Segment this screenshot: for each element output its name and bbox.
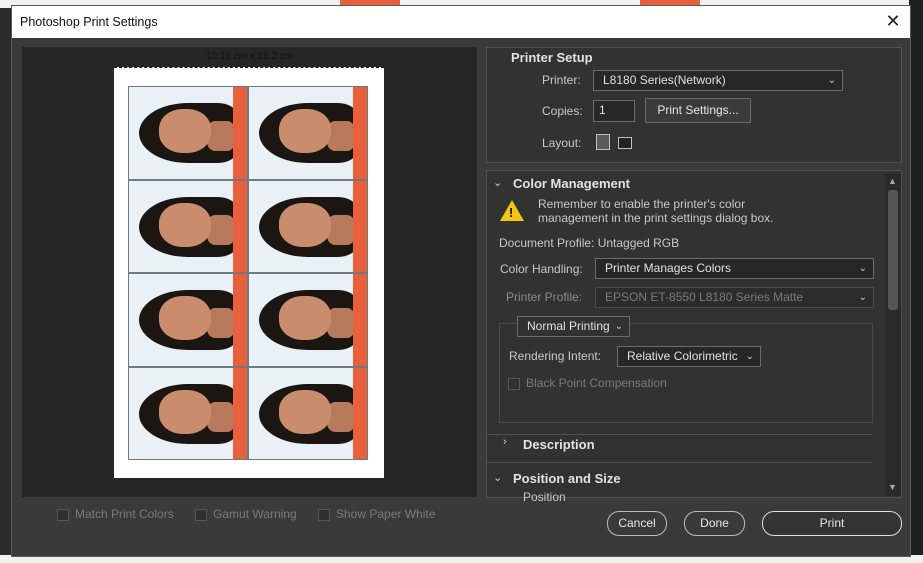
printer-profile-value: EPSON ET-8550 L8180 Series Matte [605, 290, 804, 304]
passport-photo [128, 273, 248, 367]
warning-text-line1: Remember to enable the printer's color [538, 197, 746, 211]
close-icon[interactable]: ✕ [884, 12, 902, 30]
rendering-options-panel [499, 323, 873, 423]
document-profile-text: Document Profile: Untagged RGB [499, 236, 680, 250]
show-paper-white-checkbox[interactable]: Show Paper White [317, 507, 436, 521]
printer-label: Printer: [542, 73, 581, 87]
passport-photo [128, 366, 248, 460]
section-divider [487, 462, 872, 463]
done-button[interactable]: Done [684, 511, 745, 536]
window-title: Photoshop Print Settings [20, 15, 158, 29]
show-paper-white-label: Show Paper White [335, 507, 436, 521]
black-point-compensation-checkbox[interactable]: Black Point Compensation [508, 376, 667, 390]
chevron-down-icon[interactable]: ⌄ [493, 176, 502, 189]
print-preview: 10.16 cm x 15.2 cm [22, 47, 477, 497]
chevron-down-icon: ⌄ [827, 75, 836, 86]
black-point-compensation-label: Black Point Compensation [526, 376, 667, 390]
printer-value: L8180 Series(Network) [603, 73, 726, 87]
section-divider [487, 434, 872, 435]
position-size-title: Position and Size [513, 471, 621, 486]
passport-photo [128, 86, 248, 180]
passport-photo [248, 366, 368, 460]
color-handling-value: Printer Manages Colors [605, 261, 732, 275]
printer-profile-label: Printer Profile: [506, 290, 583, 304]
description-title: Description [523, 437, 595, 452]
settings-scrollbar[interactable]: ▲ ▼ [885, 174, 901, 496]
gamut-warning-label: Gamut Warning [213, 507, 297, 521]
title-bar: Photoshop Print Settings ✕ [12, 6, 910, 38]
printer-setup-title: Printer Setup [511, 50, 593, 65]
landscape-layout-icon[interactable] [618, 137, 632, 149]
printer-profile-select: EPSON ET-8550 L8180 Series Matte ⌄ [595, 287, 874, 308]
gamut-warning-checkbox[interactable]: Gamut Warning [195, 507, 297, 521]
normal-printing-select[interactable]: Normal Printing ⌄ [517, 316, 630, 337]
rendering-intent-value: Relative Colorimetric [627, 349, 738, 363]
scrollbar-thumb[interactable] [888, 190, 898, 310]
warning-text-line2: management in the print settings dialog … [538, 211, 774, 225]
background-right-edge [909, 0, 923, 563]
portrait-layout-icon[interactable] [596, 134, 610, 150]
warning-icon: ! [500, 200, 524, 221]
printer-select[interactable]: L8180 Series(Network) ⌄ [593, 70, 843, 91]
chevron-down-icon: ⌄ [614, 321, 623, 332]
color-handling-label: Color Handling: [500, 262, 583, 276]
color-handling-select[interactable]: Printer Manages Colors ⌄ [595, 258, 874, 279]
rendering-intent-select[interactable]: Relative Colorimetric ⌄ [617, 346, 761, 367]
preview-options: Match Print Colors Gamut Warning Show Pa… [57, 507, 453, 521]
position-label: Position [523, 490, 566, 504]
passport-photo [248, 273, 368, 367]
normal-printing-value: Normal Printing [527, 319, 610, 333]
chevron-down-icon: ⌄ [858, 263, 867, 274]
copies-input[interactable]: 1 [593, 100, 635, 122]
scroll-up-icon[interactable]: ▲ [888, 176, 897, 186]
chevron-down-icon[interactable]: ⌄ [493, 471, 502, 484]
passport-photo [128, 179, 248, 273]
cancel-button[interactable]: Cancel [607, 511, 667, 536]
chevron-down-icon: ⌄ [858, 292, 867, 303]
scroll-down-icon[interactable]: ▼ [888, 482, 897, 492]
chevron-right-icon[interactable]: › [503, 436, 507, 448]
print-button[interactable]: Print [762, 511, 902, 536]
paper-dimension-label: 10.16 cm x 15.2 cm [206, 51, 294, 62]
photo-grid [128, 86, 368, 460]
paper-sheet [114, 67, 384, 478]
print-settings-button[interactable]: Print Settings... [645, 98, 751, 123]
passport-photo [248, 86, 368, 180]
color-management-title: Color Management [513, 176, 631, 191]
rendering-intent-label: Rendering Intent: [509, 349, 602, 363]
layout-label: Layout: [542, 136, 582, 150]
match-print-colors-checkbox[interactable]: Match Print Colors [57, 507, 174, 521]
passport-photo [248, 179, 368, 273]
copies-label: Copies: [542, 104, 583, 118]
chevron-down-icon: ⌄ [745, 351, 754, 362]
match-print-colors-label: Match Print Colors [75, 507, 174, 521]
